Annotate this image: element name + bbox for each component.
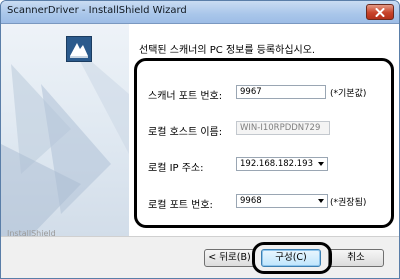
wizard-side-art bbox=[1, 24, 129, 236]
configure-button-highlight-ring bbox=[252, 242, 332, 274]
cancel-button[interactable]: 취소 bbox=[328, 249, 384, 267]
window-title: ScannerDriver - InstallShield Wizard bbox=[7, 5, 187, 16]
wizard-art-graphic bbox=[1, 44, 129, 236]
footer-divider bbox=[1, 236, 399, 237]
installshield-logo-icon bbox=[66, 36, 92, 62]
back-button[interactable]: < 뒤로(B) bbox=[204, 249, 255, 267]
installer-window: ScannerDriver - InstallShield Wizard 선택된… bbox=[0, 0, 400, 279]
title-bar[interactable]: ScannerDriver - InstallShield Wizard bbox=[1, 1, 399, 24]
form-highlight-ring bbox=[134, 58, 394, 228]
close-icon bbox=[375, 7, 385, 17]
page-headline: 선택된 스캐너의 PC 정보를 등록하십시오. bbox=[139, 45, 316, 56]
close-button[interactable] bbox=[366, 4, 394, 20]
